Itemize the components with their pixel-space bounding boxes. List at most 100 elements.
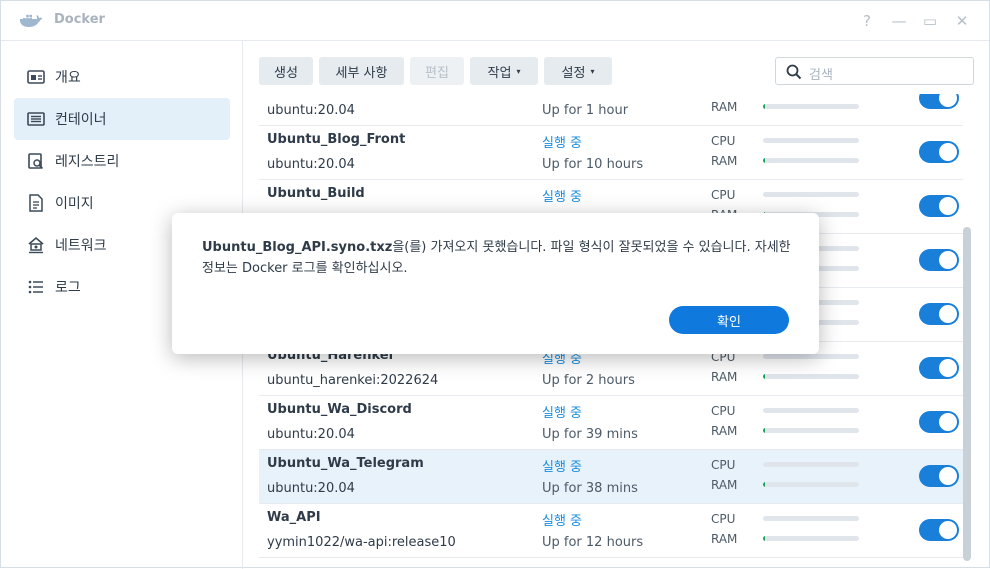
sidebar-item-overview[interactable]: 개요 xyxy=(14,56,230,98)
ram-usage-bar xyxy=(763,428,859,433)
container-image: ubuntu:20.04 xyxy=(267,103,355,118)
toggle-knob xyxy=(939,305,957,323)
container-status: 실행 중 xyxy=(542,460,583,475)
create-button[interactable]: 생성 xyxy=(259,57,313,85)
toggle-knob xyxy=(939,143,957,161)
toggle-knob xyxy=(939,251,957,269)
sidebar-item-label: 네트워크 xyxy=(55,238,107,254)
ram-usage-bar xyxy=(763,482,859,487)
container-image: ubuntu:20.04 xyxy=(267,481,355,496)
toggle-knob xyxy=(939,521,957,539)
cpu-label: CPU xyxy=(711,458,736,472)
container-image: ubuntu:20.04 xyxy=(267,427,355,442)
cpu-usage-bar xyxy=(763,408,859,413)
dialog-message: Ubuntu_Blog_API.syno.txz을(를) 가져오지 못했습니다.… xyxy=(202,237,792,279)
container-image: ubuntu:20.04 xyxy=(267,157,355,172)
scrollbar[interactable] xyxy=(963,227,971,561)
cpu-label: CPU xyxy=(711,134,736,148)
container-row[interactable]: ubuntu:20.04Up for 1 hourCPURAM xyxy=(259,94,963,126)
caret-down-icon: ▾ xyxy=(516,66,521,76)
error-dialog: Ubuntu_Blog_API.syno.txz을(를) 가져오지 못했습니다.… xyxy=(172,213,819,354)
container-toggle[interactable] xyxy=(919,411,959,433)
toggle-knob xyxy=(939,94,957,107)
cpu-usage-bar xyxy=(763,192,859,197)
container-uptime: Up for 10 hours xyxy=(542,157,644,172)
container-name: Wa_API xyxy=(267,510,321,525)
container-toggle[interactable] xyxy=(919,465,959,487)
toggle-knob xyxy=(939,359,957,377)
container-row[interactable]: Ubuntu_Blog_Front ubuntu:20.04 실행 중 Up for … xyxy=(259,126,963,180)
settings-dropdown[interactable]: 설정 ▾ xyxy=(544,57,612,85)
container-toggle[interactable] xyxy=(919,303,959,325)
container-image: ubuntu_harenkei:2022624 xyxy=(267,373,439,388)
title-bar: Docker ? — ▭ ✕ xyxy=(1,1,989,41)
toggle-knob xyxy=(939,413,957,431)
ram-usage-bar-fill xyxy=(763,428,765,433)
container-uptime: Up for 2 hours xyxy=(542,373,635,388)
container-toggle[interactable] xyxy=(919,519,959,541)
container-uptime: Up for 39 mins xyxy=(542,427,638,442)
container-name: Ubuntu_Blog_Front xyxy=(267,132,406,147)
sidebar-item-label: 개요 xyxy=(55,70,81,86)
cpu-usage-bar xyxy=(763,516,859,521)
sidebar-item-registry[interactable]: 레지스트리 xyxy=(14,140,230,182)
container-uptime: Up for 38 mins xyxy=(542,481,638,496)
container-image: yymin1022/wa-api:release10 xyxy=(267,535,456,550)
container-toggle[interactable] xyxy=(919,195,959,217)
container-list-icon xyxy=(26,109,46,129)
close-icon[interactable]: ✕ xyxy=(952,11,972,31)
settings-label: 설정 xyxy=(561,65,586,81)
container-status: 실행 중 xyxy=(542,514,583,529)
minimize-icon[interactable]: — xyxy=(889,11,909,31)
overview-icon xyxy=(26,67,46,87)
ram-usage-bar-fill xyxy=(763,374,765,379)
container-row[interactable]: Ubuntu_Wa_Discord ubuntu:20.04 실행 중 Up for … xyxy=(259,396,963,450)
sidebar-item-label: 컨테이너 xyxy=(55,112,107,128)
container-uptime: Up for 12 hours xyxy=(542,535,644,550)
cpu-label: CPU xyxy=(711,512,736,526)
ram-usage-bar-fill xyxy=(763,482,765,487)
ram-label: RAM xyxy=(711,478,738,492)
toggle-knob xyxy=(939,197,957,215)
ram-label: RAM xyxy=(711,532,738,546)
ram-usage-bar-fill xyxy=(763,536,765,541)
window-title: Docker xyxy=(54,12,105,27)
cpu-usage-bar xyxy=(763,462,859,467)
ram-usage-bar xyxy=(763,158,859,163)
network-icon xyxy=(26,235,46,255)
registry-search-icon xyxy=(26,151,46,171)
container-toggle[interactable] xyxy=(919,249,959,271)
sidebar-item-label: 로그 xyxy=(55,280,81,296)
container-name: Ubuntu_Wa_Discord xyxy=(267,402,412,417)
action-label: 작업 xyxy=(487,65,512,81)
container-status: 실행 중 xyxy=(542,190,583,205)
caret-down-icon: ▾ xyxy=(590,66,595,76)
container-toggle[interactable] xyxy=(919,141,959,163)
container-row[interactable]: Wa_API yymin1022/wa-api:release10 실행 중 Up f… xyxy=(259,504,963,558)
search-icon xyxy=(786,64,802,80)
action-dropdown[interactable]: 작업 ▾ xyxy=(470,57,538,85)
ok-button[interactable]: 확인 xyxy=(669,306,789,334)
cpu-usage-bar xyxy=(763,138,859,143)
container-row[interactable]: Ubuntu_Wa_Telegram ubuntu:20.04 실행 중 Up for… xyxy=(259,450,963,504)
details-button[interactable]: 세부 사항 xyxy=(319,57,404,85)
ram-label: RAM xyxy=(711,370,738,384)
sidebar-item-containers[interactable]: 컨테이너 xyxy=(14,98,230,140)
cpu-label: CPU xyxy=(711,404,736,418)
container-uptime: Up for 1 hour xyxy=(542,103,629,118)
docker-logo-icon xyxy=(19,14,43,27)
dialog-file-name: Ubuntu_Blog_API.syno.txz xyxy=(202,240,393,255)
edit-button[interactable]: 편집 xyxy=(410,57,464,85)
search-placeholder: 검색 xyxy=(809,68,833,83)
ram-usage-bar xyxy=(763,104,859,109)
help-icon[interactable]: ? xyxy=(857,11,877,31)
ram-usage-bar xyxy=(763,536,859,541)
search-field[interactable]: 검색 xyxy=(775,57,974,85)
ram-label: RAM xyxy=(711,100,738,114)
container-name: Ubuntu_Wa_Telegram xyxy=(267,456,424,471)
container-toggle[interactable] xyxy=(919,357,959,379)
cpu-usage-bar xyxy=(763,354,859,359)
maximize-icon[interactable]: ▭ xyxy=(920,11,940,31)
ram-usage-bar-fill xyxy=(763,104,765,109)
container-toggle[interactable] xyxy=(919,94,959,109)
